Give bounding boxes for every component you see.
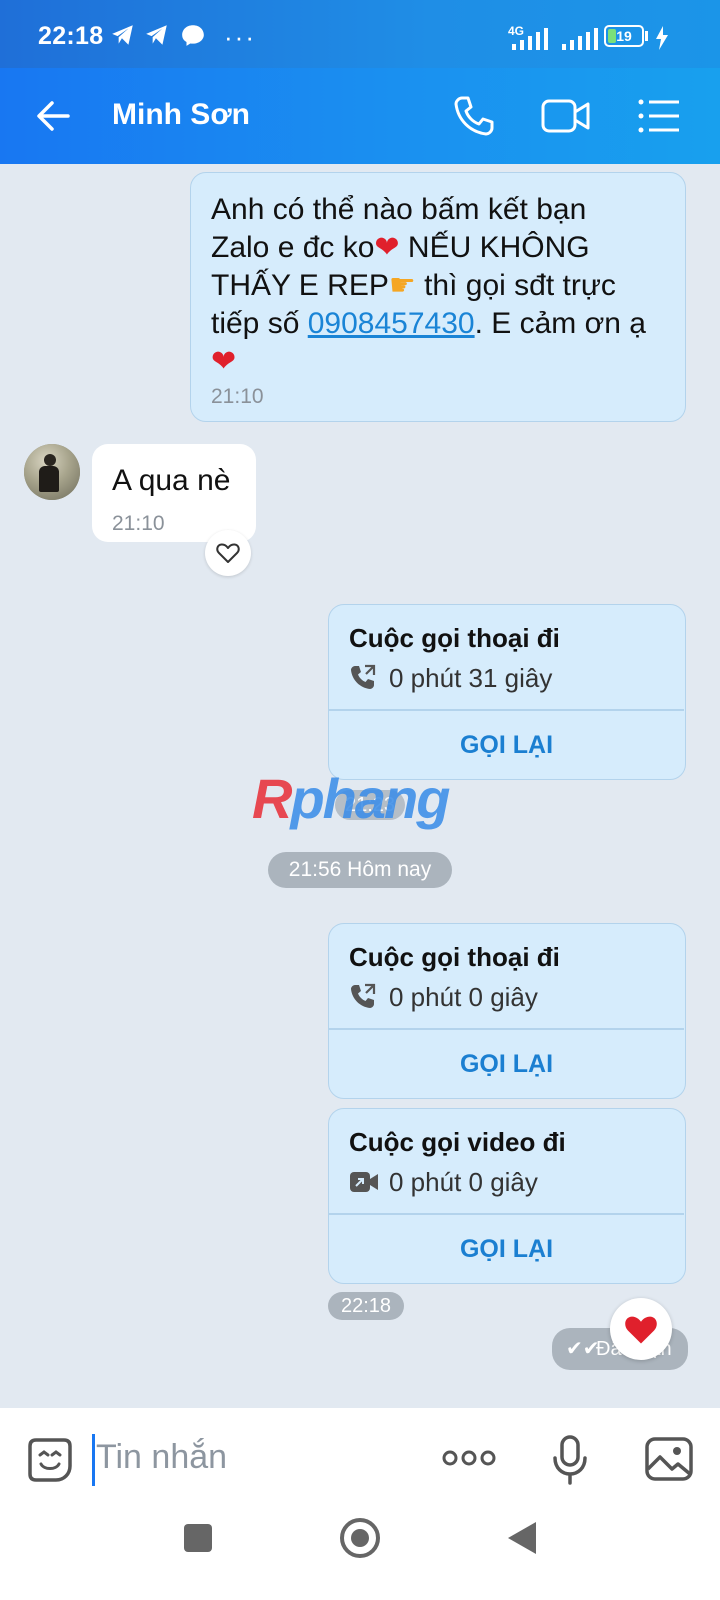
message-line: Zalo e đc ko❤ NẾU KHÔNG xyxy=(211,229,646,267)
battery-tip xyxy=(645,31,648,41)
phone-icon[interactable] xyxy=(452,94,496,138)
quick-reaction-button[interactable] xyxy=(610,1298,672,1360)
more-dots-icon: ··· xyxy=(224,22,256,52)
watermark-logo: Rphang xyxy=(252,767,450,830)
heart-outline-icon xyxy=(216,543,240,563)
call-duration: 0 phút 31 giây xyxy=(389,663,553,693)
messenger-icon xyxy=(182,25,204,46)
status-bar: 22:18 ··· 4G 19 xyxy=(0,0,720,68)
pointing-hand-emoji: ☛ xyxy=(388,269,416,302)
call-back-button[interactable]: GỌI LẠI xyxy=(329,1050,684,1079)
call-card: Cuộc gọi video đi 0 phút 0 giây GỌI LẠI xyxy=(328,1108,686,1284)
text-cursor xyxy=(92,1434,95,1486)
message-text: Anh có thể nào bấm kết bạn Zalo e đc ko❤… xyxy=(211,191,646,381)
signal-icon xyxy=(512,28,548,50)
message-fragment: THẤY E REP xyxy=(211,269,389,302)
phone-number-link[interactable]: 0908457430 xyxy=(308,307,475,340)
message-input[interactable]: Tin nhắn xyxy=(96,1438,227,1477)
signal-icon xyxy=(562,28,598,50)
back-icon[interactable] xyxy=(506,1520,538,1556)
chat-header: Minh Sơn xyxy=(0,68,720,164)
recent-apps-icon[interactable] xyxy=(184,1524,212,1552)
call-title: Cuộc gọi thoại đi xyxy=(349,623,560,653)
outgoing-video-call-icon xyxy=(350,1172,378,1192)
divider xyxy=(329,709,684,711)
react-button[interactable] xyxy=(205,530,251,576)
avatar[interactable] xyxy=(24,444,80,500)
telegram-icon xyxy=(112,25,133,45)
message-time: 22:18 xyxy=(328,1292,404,1320)
divider xyxy=(329,1213,684,1215)
more-options-icon[interactable] xyxy=(442,1448,496,1468)
video-camera-icon[interactable] xyxy=(540,96,592,136)
divider xyxy=(329,1028,684,1030)
double-check-icon: ✔✔ xyxy=(566,1338,600,1360)
status-time: 22:18 xyxy=(38,22,104,50)
outgoing-call-icon xyxy=(351,983,376,1008)
contact-name[interactable]: Minh Sơn xyxy=(112,98,250,132)
battery-icon: 19 xyxy=(604,25,644,47)
call-back-button[interactable]: GỌI LẠI xyxy=(329,1235,684,1264)
message-line: THẤY E REP☛ thì gọi sđt trực xyxy=(211,267,646,305)
back-arrow-icon[interactable] xyxy=(34,96,74,136)
call-duration: 0 phút 0 giây xyxy=(389,1167,538,1197)
battery-level: 19 xyxy=(616,28,632,44)
message-line: tiếp số 0908457430. E cảm ơn ạ xyxy=(211,305,646,343)
outgoing-message[interactable]: Anh có thể nào bấm kết bạn Zalo e đc ko❤… xyxy=(190,172,686,422)
call-title: Cuộc gọi video đi xyxy=(349,1127,566,1157)
outgoing-call-icon xyxy=(351,664,376,689)
charging-icon xyxy=(656,26,668,50)
call-back-button[interactable]: GỌI LẠI xyxy=(329,731,684,760)
heart-icon xyxy=(625,1316,657,1344)
call-title: Cuộc gọi thoại đi xyxy=(349,942,560,972)
message-text: A qua nè xyxy=(112,464,231,497)
telegram-icon xyxy=(146,25,167,45)
call-card: Cuộc gọi thoại đi 0 phút 0 giây GỌI LẠI xyxy=(328,923,686,1099)
message-fragment: thì gọi sđt trực xyxy=(415,269,616,302)
heart-emoji: ❤ xyxy=(211,345,237,378)
sticker-icon[interactable] xyxy=(26,1436,74,1484)
message-time: 21:10 xyxy=(112,512,165,535)
image-icon[interactable] xyxy=(644,1436,694,1482)
microphone-icon[interactable] xyxy=(550,1434,590,1486)
menu-list-icon[interactable] xyxy=(636,96,682,136)
incoming-message[interactable]: A qua nè 21:10 xyxy=(92,444,256,542)
message-time: 21:10 xyxy=(211,385,264,408)
message-line: Anh có thể nào bấm kết bạn xyxy=(211,193,587,226)
heart-emoji: ❤ xyxy=(374,231,400,264)
message-fragment: tiếp số xyxy=(211,307,308,340)
message-fragment: Zalo e đc ko xyxy=(211,231,375,264)
message-fragment: NẾU KHÔNG xyxy=(399,231,590,264)
system-nav-bar xyxy=(0,1488,720,1600)
call-duration: 0 phút 0 giây xyxy=(389,982,538,1012)
home-icon[interactable] xyxy=(340,1518,380,1558)
message-fragment: . E cảm ơn ạ xyxy=(474,307,646,340)
call-card: Cuộc gọi thoại đi 0 phút 31 giây GỌI LẠI xyxy=(328,604,686,780)
date-separator: 21:56 Hôm nay xyxy=(268,852,452,888)
